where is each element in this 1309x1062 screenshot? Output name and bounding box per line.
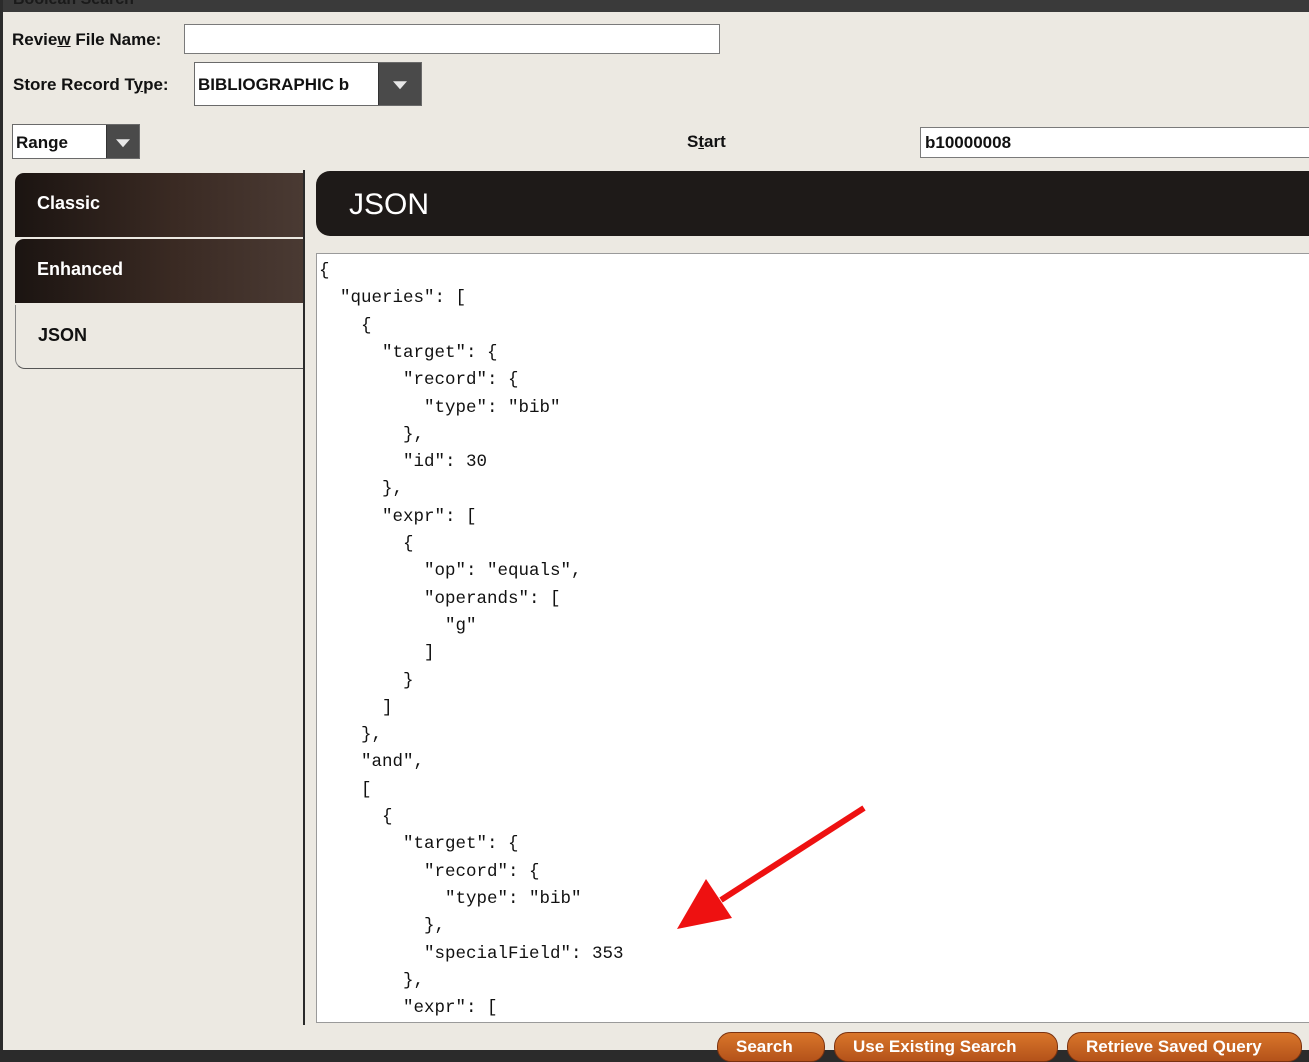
store-record-type-value: BIBLIOGRAPHIC b <box>198 75 350 94</box>
start-label: Start <box>687 132 726 152</box>
json-editor-line: "record": { <box>319 370 519 391</box>
store-record-label-mnemonic: y <box>133 75 144 94</box>
tab-classic-label: Classic <box>37 193 101 213</box>
json-editor-line: "and", <box>319 752 425 773</box>
json-editor-line: "type": "bib" <box>319 397 561 418</box>
json-editor-line: "id": 30 <box>319 452 488 473</box>
start-label-part: S <box>687 132 699 151</box>
review-file-label-mnemonic: w <box>57 30 71 49</box>
store-record-label-part: pe: <box>143 75 169 94</box>
tab-json[interactable]: JSON <box>15 305 304 369</box>
store-record-type-select[interactable]: BIBLIOGRAPHIC b <box>194 62 422 106</box>
panel-title: JSON <box>349 188 430 221</box>
window-title: Boolean Search <box>13 0 134 9</box>
json-editor-line: "queries": [ <box>319 288 467 309</box>
json-editor-line: "specialField": 353 <box>319 943 624 964</box>
use-existing-search-button[interactable]: Use Existing Search <box>834 1032 1058 1062</box>
review-file-label-part: Revie <box>12 30 58 49</box>
json-editor-line: }, <box>319 424 425 445</box>
json-editor-line: { <box>319 261 330 281</box>
json-editor-line: ] <box>319 643 435 664</box>
json-editor-line: "g" <box>319 615 477 636</box>
json-editor-line: }, <box>319 725 383 746</box>
json-editor-line: } <box>319 670 414 691</box>
chevron-down-icon[interactable] <box>106 125 139 158</box>
retrieve-saved-query-button[interactable]: Retrieve Saved Query <box>1067 1032 1302 1062</box>
search-button[interactable]: Search <box>717 1032 825 1062</box>
title-bar: Boolean Search <box>3 0 1309 12</box>
review-file-label-part: File Name: <box>70 30 162 49</box>
json-editor-line: { <box>319 315 372 336</box>
json-editor-line: }, <box>319 479 404 500</box>
json-editor-line: { <box>319 534 414 554</box>
json-editor-line: "op": "equals", <box>319 561 582 582</box>
tab-enhanced-label: Enhanced <box>37 259 124 279</box>
panel-header: JSON <box>316 171 1309 236</box>
boolean-search-window: Boolean Search Review File Name: Store R… <box>0 0 1309 1062</box>
store-record-type-label: Store Record Type: <box>13 75 169 95</box>
panel-divider <box>303 170 305 1025</box>
start-input[interactable]: b10000008 <box>920 127 1309 158</box>
json-editor-line: "type": "bib" <box>319 888 582 909</box>
tab-classic[interactable]: Classic <box>15 173 304 237</box>
json-editor-line: { <box>319 807 393 827</box>
json-editor[interactable]: { "queries": [ { "target": { "record": {… <box>316 253 1309 1023</box>
json-editor-line: "target": { <box>319 834 519 855</box>
json-editor-line: ] <box>319 697 393 718</box>
review-file-label: Review File Name: <box>12 30 161 50</box>
tab-enhanced[interactable]: Enhanced <box>15 239 304 303</box>
json-editor-line: "target": { <box>319 342 498 363</box>
tab-json-label: JSON <box>38 325 88 345</box>
chevron-down-icon[interactable] <box>378 63 421 105</box>
range-select[interactable]: Range <box>12 124 140 159</box>
json-editor-line: "record": { <box>319 861 540 882</box>
json-editor-line: "expr": [ <box>319 998 498 1019</box>
json-editor-line: "expr": [ <box>319 506 477 527</box>
store-record-label-part: Store Record T <box>13 75 134 94</box>
start-label-part: art <box>704 132 726 151</box>
json-editor-line: }, <box>319 970 425 991</box>
json-editor-line: }, <box>319 916 446 937</box>
range-value: Range <box>16 133 68 152</box>
review-file-name-input[interactable] <box>184 24 720 54</box>
json-editor-line: "operands": [ <box>319 588 561 609</box>
json-editor-line: [ <box>319 779 372 800</box>
